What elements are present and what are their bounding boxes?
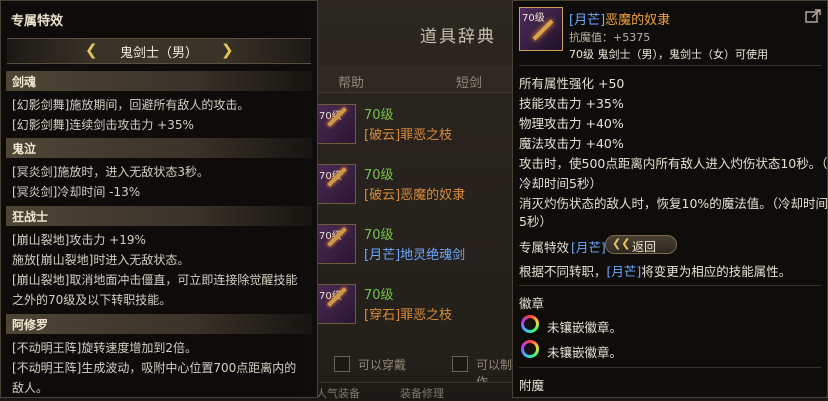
craftable-checkbox[interactable] (452, 356, 468, 372)
stat-line: 冷却时间5秒） (519, 176, 602, 191)
special-effect-heading: 专属特效 [月芒] (519, 240, 606, 255)
chevron-right-icon[interactable]: ❯ (221, 41, 234, 59)
item-thumbnail: 70级 (316, 164, 356, 204)
special-effect-desc: 根据不同转职，[月芒]将变更为相应的技能属性。 (519, 264, 792, 279)
item-level: 70级 (364, 288, 394, 303)
tab-gear-repair[interactable]: 装备修理 (400, 385, 444, 401)
item-tag: [月芒] (569, 13, 606, 28)
stat-line: 5秒） (519, 214, 552, 229)
class-selector: ❮ 鬼剑士（男） ❯ (7, 38, 311, 64)
emblem-slot-text: 未镶嵌徽章。 (547, 320, 623, 335)
share-icon[interactable] (805, 9, 821, 23)
item-level: 70级 (364, 108, 394, 123)
item-level: 70级 (364, 228, 394, 243)
divider (519, 285, 821, 286)
selected-class: 鬼剑士（男） (119, 46, 198, 61)
item-name: [破云]恶魔的奴隶 (364, 188, 466, 203)
section-header: 剑魂 (6, 71, 312, 91)
item-tooltip: 70级 [月芒]恶魔的奴隶 抗魔值：+5375 70级 鬼剑士（男），鬼剑士（女… (512, 0, 828, 398)
exclusive-effects-panel: 专属特效 ❮ 鬼剑士（男） ❯ 剑魂 [幻影剑舞]施放期间，回避所有敌人的攻击。… (0, 0, 318, 398)
effect-line: 之外的70级及以下转职技能。 (12, 293, 172, 307)
item-name: [穿石]罪恶之枝 (364, 308, 453, 323)
effect-line: [幻影剑舞]施放期间，回避所有敌人的攻击。 (12, 98, 250, 112)
bottom-tab-bar: 人气装备 装备修理 (300, 382, 512, 401)
section-header: 鬼泣 (6, 138, 312, 158)
effect-line: [崩山裂地]攻击力 +19% (12, 233, 146, 247)
magic-resist: 抗魔值：+5375 (569, 31, 651, 44)
stat-line: 技能攻击力 +35% (519, 96, 624, 111)
effect-line: [崩山裂地]取消地面冲击僵直，可立即连接除觉醒技能 (12, 273, 298, 287)
effect-line: [冥炎剑]施放时，进入无敌状态3秒。 (12, 165, 209, 179)
divider (519, 367, 821, 368)
section-header: 阿修罗 (6, 314, 312, 334)
item-title: [月芒]恶魔的奴隶 (569, 9, 670, 28)
panel-title: 专属特效 (11, 14, 64, 29)
item-thumbnail: 70级 (316, 284, 356, 324)
effect-line: [不动明王阵]旋转速度增加到2倍。 (12, 341, 197, 355)
stat-line: 消灭灼伤状态的敌人时，恢复10%的魔法值。（冷却时间 (519, 196, 828, 211)
emblem-slot-icon[interactable] (521, 315, 539, 333)
list-item[interactable]: 70级 70级 [穿石]罪恶之枝 (312, 280, 512, 328)
tab-popular-gear[interactable]: 人气装备 (316, 385, 360, 401)
item-name: [月芒]地灵绝魂剑 (364, 248, 466, 263)
tab-help[interactable]: 帮助 (338, 72, 364, 91)
stat-line: 攻击时，使500点距离内所有敌人进入灼伤状态10秒。（ (519, 156, 828, 171)
effect-line: [不动明王阵]生成波动，吸附中心位置700点距离内的 (12, 361, 297, 375)
double-chevron-left-icon: ❮❮ (612, 237, 631, 250)
stat-line: 所有属性强化 +50 (519, 76, 625, 91)
stat-line: 魔法攻击力 +40% (519, 136, 624, 151)
item-thumbnail: 70级 (316, 224, 356, 264)
divider (519, 65, 821, 66)
emblem-title: 徽章 (519, 296, 545, 311)
back-button[interactable]: ❮❮ 返回 (605, 235, 677, 254)
tab-dagger[interactable]: 短剑 (456, 72, 482, 91)
enchant-title: 附魔 (519, 378, 545, 393)
item-icon: 70级 (519, 7, 563, 51)
emblem-slot-text: 未镶嵌徽章。 (547, 345, 623, 360)
usage-requirement: 70级 鬼剑士（男），鬼剑士（女）可使用 (569, 48, 768, 61)
stat-line: 物理攻击力 +40% (519, 116, 624, 131)
list-item[interactable]: 70级 70级 [破云]恶魔的奴隶 (312, 160, 512, 208)
emblem-slot-icon[interactable] (521, 340, 539, 358)
effect-line: [幻影剑舞]连续剑击攻击力 +35% (12, 118, 194, 132)
wearable-checkbox[interactable] (334, 356, 350, 372)
item-name: 恶魔的奴隶 (605, 13, 671, 28)
effect-line: 施放[崩山裂地]时进入无敌状态。 (12, 253, 190, 267)
wearable-label: 可以穿戴 (358, 358, 407, 372)
list-item[interactable]: 70级 70级 [破云]罪恶之枝 (312, 100, 512, 148)
window-title: 道具辞典 (420, 27, 496, 47)
effect-line: 敌人。 (12, 381, 49, 395)
list-item[interactable]: 70级 70级 [月芒]地灵绝魂剑 (312, 220, 512, 268)
item-name: [破云]罪恶之枝 (364, 128, 453, 143)
item-thumbnail: 70级 (316, 104, 356, 144)
section-header: 狂战士 (6, 206, 312, 226)
item-level: 70级 (364, 168, 394, 183)
category-tab-bar: 帮助 短剑 (316, 66, 512, 93)
effect-line: [冥炎剑]冷却时间 -13% (12, 185, 141, 199)
